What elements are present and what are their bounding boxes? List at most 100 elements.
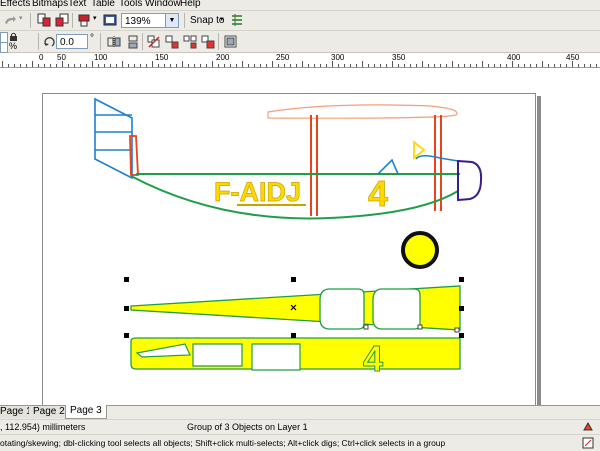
outline-indicator-icon[interactable] (582, 437, 594, 449)
panel-cutout-front[interactable] (319, 288, 365, 330)
ruler-tick (284, 64, 285, 67)
separator (38, 33, 39, 50)
tail-fin[interactable] (94, 97, 133, 180)
ruler-label: 100 (94, 53, 108, 62)
front-wing-strut[interactable] (310, 115, 318, 216)
ruler-tick (236, 64, 237, 67)
chevron-down-icon[interactable]: ▼ (165, 14, 178, 27)
ruler-tick (128, 64, 129, 67)
wheel-circle[interactable] (401, 231, 439, 269)
combine-icon (201, 35, 215, 49)
ruler-tick (398, 64, 399, 67)
ruler-tick (296, 64, 297, 67)
ruler-tick (230, 64, 231, 67)
ruler-tick (212, 61, 213, 67)
redo-button[interactable] (2, 12, 18, 28)
ruler-tick (440, 64, 441, 67)
property-bar: % 0.0 ° (0, 31, 600, 53)
object-properties-button[interactable] (223, 34, 239, 50)
options-button[interactable] (229, 12, 245, 28)
ruler-tick (116, 64, 117, 67)
horizontal-ruler[interactable]: 0 50 100 150 200 250 300 350 400 450 (0, 53, 600, 68)
application-launcher-button[interactable] (76, 12, 92, 28)
ungroup-all-button[interactable] (182, 34, 198, 50)
menu-effects[interactable]: Effects (0, 0, 30, 10)
ruler-tick (488, 64, 489, 67)
ruler-tick (248, 64, 249, 67)
fuselage-number[interactable]: 4 (368, 173, 389, 215)
ruler-tick (2, 61, 3, 67)
lower-cutout-3[interactable] (251, 343, 301, 371)
rotation-angle-value: 0.0 (60, 37, 74, 48)
menu-window[interactable]: Window (145, 0, 181, 10)
menu-bar: Effects Bitmaps Text Table Tools Window … (0, 0, 600, 11)
snap-to-dropdown-arrow[interactable]: ▾ (220, 15, 224, 23)
ruler-tick (152, 61, 153, 67)
ruler-tick (326, 64, 327, 67)
separator (30, 13, 31, 28)
lower-cutout-2[interactable] (192, 343, 243, 367)
ruler-tick (260, 64, 261, 67)
ruler-tick (404, 64, 405, 67)
launcher-dropdown-arrow[interactable]: ▾ (93, 14, 97, 22)
ruler-tick (350, 64, 351, 67)
ruler-tick (422, 61, 423, 67)
lock-ratio-button[interactable] (8, 31, 18, 41)
ruler-tick (110, 64, 111, 67)
ruler-tick (38, 64, 39, 67)
menu-tools[interactable]: Tools (119, 0, 142, 10)
ruler-tick (188, 64, 189, 67)
rotation-angle-field[interactable]: 0.0 (56, 34, 88, 49)
upper-wing-outline[interactable] (267, 104, 458, 119)
engine-cowl-line[interactable] (415, 154, 459, 162)
import-button[interactable] (36, 12, 52, 28)
part-number[interactable]: 4 (363, 338, 384, 380)
combine-button[interactable] (200, 34, 216, 50)
scale-height-field[interactable] (0, 42, 8, 53)
separator (72, 13, 73, 28)
mirror-horizontal-button[interactable] (106, 34, 122, 50)
mirror-vertical-button[interactable] (125, 34, 141, 50)
full-screen-preview-button[interactable] (102, 12, 118, 28)
ruler-tick (278, 64, 279, 67)
ruler-tick (266, 64, 267, 67)
ruler-tick (530, 64, 531, 67)
ruler-tick (518, 64, 519, 67)
ruler-tick (536, 64, 537, 67)
rotate-icon (43, 36, 55, 47)
ruler-tick (320, 64, 321, 67)
cockpit-frame[interactable] (377, 158, 399, 175)
ruler-tick (590, 64, 591, 67)
menu-table[interactable]: Table (91, 0, 115, 10)
ruler-tick (140, 64, 141, 67)
menu-bitmaps[interactable]: Bitmaps (32, 0, 68, 10)
menu-help[interactable]: Help (180, 0, 201, 10)
launcher-icon (78, 14, 90, 27)
ruler-label: 350 (392, 53, 406, 62)
properties-icon (224, 35, 237, 48)
menu-text[interactable]: Text (68, 0, 86, 10)
registration-text[interactable]: F-AIDJ (214, 177, 302, 208)
drawing-artwork[interactable]: F-AIDJ 4 4 (0, 68, 600, 405)
standard-toolbar: ▾ ▾ 139% ▼ Snap to ▾ (0, 11, 600, 31)
export-button[interactable] (54, 12, 70, 28)
group-button[interactable] (146, 34, 162, 50)
ruler-tick (8, 64, 9, 67)
zoom-level-combo[interactable]: 139% ▼ (121, 13, 179, 28)
ruler-tick (332, 61, 333, 67)
redo-dropdown-arrow[interactable]: ▾ (19, 14, 23, 22)
rear-wing-strut[interactable] (434, 115, 442, 211)
ruler-tick (596, 64, 597, 67)
ungroup-button[interactable] (164, 34, 180, 50)
tab-page-3[interactable]: Page 3 (65, 405, 107, 419)
ruler-tick (380, 64, 381, 67)
panel-cutout-rear[interactable] (372, 288, 421, 330)
tab-page-2[interactable]: Page 2 (29, 406, 70, 418)
ruler-tick (200, 64, 201, 67)
nose-cowling[interactable] (457, 159, 483, 202)
fill-indicator-icon[interactable] (582, 421, 594, 433)
drawing-canvas[interactable]: F-AIDJ 4 4 (0, 68, 600, 418)
ruler-tick (224, 64, 225, 67)
ruler-tick (62, 61, 63, 67)
ruler-tick (92, 61, 93, 67)
